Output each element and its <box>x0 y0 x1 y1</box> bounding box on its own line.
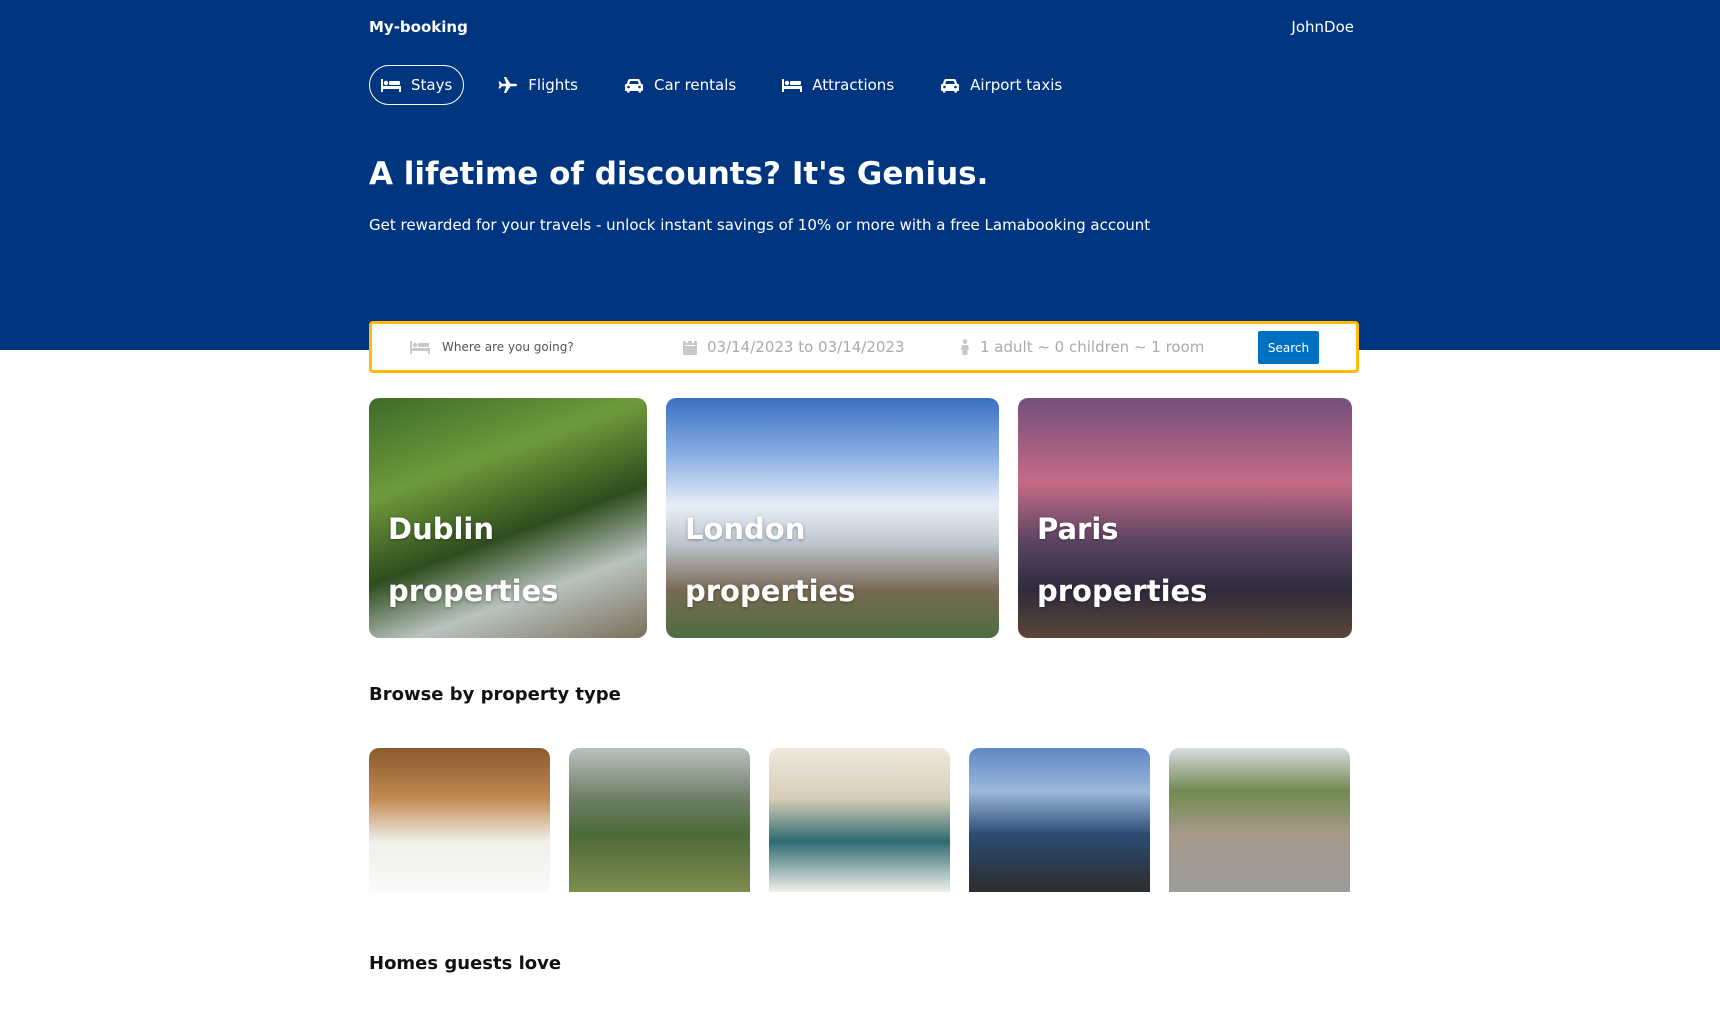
calendar-icon <box>683 339 697 355</box>
nav-item-label: Flights <box>528 76 578 94</box>
date-picker[interactable]: 03/14/2023 to 03/14/2023 <box>683 338 905 356</box>
property-type-card[interactable] <box>369 748 550 892</box>
property-type-card[interactable] <box>769 748 950 892</box>
featured-card-title: London properties <box>685 498 855 622</box>
hero-title: A lifetime of discounts? It's Genius. <box>369 156 989 192</box>
city-name: Paris <box>1037 512 1119 546</box>
search-bar: 03/14/2023 to 03/14/2023 1 adult ~ 0 chi… <box>369 321 1359 373</box>
nav-bar: Stays Flights Car rentals Attractions Ai… <box>369 64 1354 106</box>
hero-description: Get rewarded for your travels - unlock i… <box>369 216 1151 234</box>
property-type-card[interactable] <box>1169 748 1350 892</box>
property-types <box>369 748 1354 892</box>
featured-card-dublin[interactable]: Dublin properties <box>369 398 647 638</box>
date-range: 03/14/2023 to 03/14/2023 <box>707 338 905 356</box>
destination-field[interactable] <box>410 339 644 355</box>
nav-item-car-rentals[interactable]: Car rentals <box>612 65 748 105</box>
city-name: Dublin <box>388 512 495 546</box>
bed-icon <box>381 79 401 92</box>
city-label: properties <box>388 574 559 608</box>
featured-card-title: Dublin properties <box>388 498 558 622</box>
guest-options-text: 1 adult ~ 0 children ~ 1 room <box>980 338 1205 356</box>
nav-item-label: Airport taxis <box>970 76 1063 94</box>
featured-card-title: Paris properties <box>1037 498 1207 622</box>
featured-card-london[interactable]: London properties <box>666 398 999 638</box>
nav-item-airport-taxis[interactable]: Airport taxis <box>928 65 1074 105</box>
city-label: properties <box>685 574 856 608</box>
city-label: properties <box>1037 574 1208 608</box>
nav-item-attractions[interactable]: Attractions <box>770 65 906 105</box>
guest-options[interactable]: 1 adult ~ 0 children ~ 1 room <box>960 338 1204 356</box>
nav-item-label: Attractions <box>812 76 895 94</box>
destination-input[interactable] <box>440 339 644 355</box>
car-icon <box>624 79 643 93</box>
featured-card-paris[interactable]: Paris properties <box>1018 398 1352 638</box>
search-button[interactable]: Search <box>1258 331 1319 364</box>
property-type-card[interactable] <box>969 748 1150 892</box>
property-type-card[interactable] <box>569 748 750 892</box>
nav-item-flights[interactable]: Flights <box>486 65 590 105</box>
nav-item-label: Stays <box>411 76 453 94</box>
bed-icon <box>410 341 430 354</box>
taxi-icon <box>941 79 960 93</box>
user-name[interactable]: JohnDoe <box>1291 18 1354 36</box>
logo[interactable]: My-booking <box>369 18 468 36</box>
nav-item-label: Car rentals <box>653 76 737 94</box>
city-name: London <box>685 512 806 546</box>
bed-icon <box>782 79 803 92</box>
nav-item-stays[interactable]: Stays <box>369 65 465 105</box>
header: My-booking JohnDoe <box>369 12 1354 42</box>
person-icon <box>961 339 969 355</box>
featured-cities: Dublin properties London properties Pari… <box>369 398 1354 638</box>
homes-title: Homes guests love <box>369 953 562 974</box>
plane-icon <box>498 77 518 93</box>
browse-title: Browse by property type <box>369 684 621 705</box>
